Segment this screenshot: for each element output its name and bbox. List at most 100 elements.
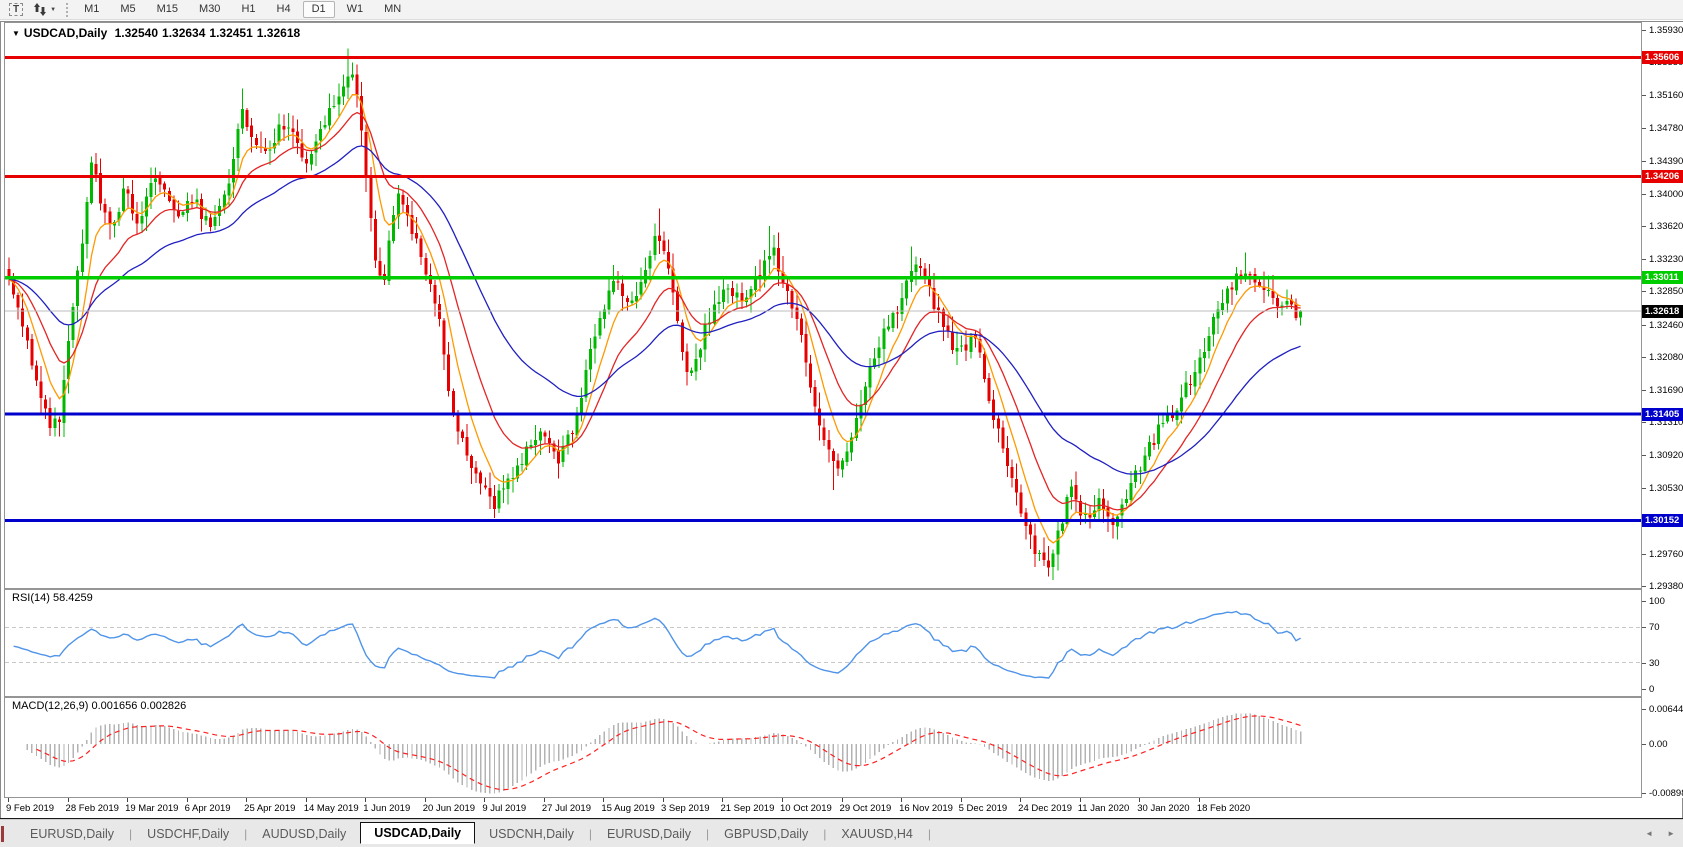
tab-usdcad-daily[interactable]: USDCAD,Daily (360, 822, 475, 844)
price-tick-label-tick (1642, 161, 1646, 162)
date-tick (1199, 798, 1200, 802)
indicators-button[interactable]: ▼ (29, 1, 60, 18)
timeframe-h4[interactable]: H4 (268, 1, 300, 18)
price-tick-label: 1.29380 (1649, 581, 1683, 592)
price-tick-label-tick (1642, 30, 1646, 31)
tab-separator: | (244, 827, 247, 841)
price-tick-label-tick (1642, 455, 1646, 456)
timeframe-w1[interactable]: W1 (338, 1, 373, 18)
tab-gbpusd-daily[interactable]: GBPUSD,Daily (710, 823, 822, 845)
price-chart-panel[interactable]: ▼USDCAD,Daily 1.325401.326341.324511.326… (4, 22, 1642, 589)
macd-tick-label: 0.00 (1649, 739, 1668, 750)
chart-title: ▼USDCAD,Daily 1.325401.326341.324511.326… (12, 26, 304, 40)
level-badge-1.35606: 1.35606 (1642, 51, 1683, 64)
price-tick-label: 1.34000 (1649, 189, 1683, 200)
bar-open: 1.32540 (115, 26, 158, 40)
date-tick (782, 798, 783, 802)
date-label: 21 Sep 2019 (720, 803, 774, 814)
tab-separator: | (129, 827, 132, 841)
macd-tick-label-tick (1642, 744, 1646, 745)
scroll-left-icon[interactable]: ◄ (1645, 829, 1653, 838)
scroll-right-icon[interactable]: ► (1667, 829, 1675, 838)
date-axis[interactable]: 9 Feb 201928 Feb 201919 Mar 20196 Apr 20… (4, 798, 1642, 818)
tab-separator: | (589, 827, 592, 841)
price-tick-label-tick (1642, 194, 1646, 195)
date-label: 3 Sep 2019 (661, 803, 710, 814)
rsi-tick-label: 100 (1649, 596, 1665, 607)
date-label: 30 Jan 2020 (1137, 803, 1189, 814)
macd-panel[interactable]: MACD(12,26,9) 0.001656 0.002826 (4, 697, 1642, 798)
price-tick-label-tick (1642, 325, 1646, 326)
date-label: 24 Dec 2019 (1018, 803, 1072, 814)
tab-eurusd-daily[interactable]: EURUSD,Daily (16, 823, 128, 845)
date-label: 18 Feb 2020 (1197, 803, 1250, 814)
price-axis[interactable]: 1.359301.355501.351601.347801.343901.340… (1642, 22, 1683, 798)
date-tick (544, 798, 545, 802)
tab-usdcnh-daily[interactable]: USDCNH,Daily (475, 823, 588, 845)
text-tool-button[interactable]: T (5, 1, 27, 18)
rsi-tick-label-tick (1642, 601, 1646, 602)
date-tick (187, 798, 188, 802)
rsi-tick-label-tick (1642, 627, 1646, 628)
price-tick-label: 1.32460 (1649, 320, 1683, 331)
price-tick-label-tick (1642, 226, 1646, 227)
tab-bar-grip (1, 826, 4, 842)
tab-xauusd-h4[interactable]: XAUUSD,H4 (827, 823, 927, 845)
current-price-badge: 1.32618 (1642, 305, 1683, 318)
price-tick-label-tick (1642, 357, 1646, 358)
date-tick (365, 798, 366, 802)
date-label: 20 Jun 2019 (423, 803, 475, 814)
rsi-tick-label: 30 (1649, 658, 1660, 669)
price-tick-label-tick (1642, 128, 1646, 129)
date-tick (246, 798, 247, 802)
date-label: 16 Nov 2019 (899, 803, 953, 814)
rsi-tick-label: 0 (1649, 684, 1654, 695)
date-label: 11 Jan 2020 (1078, 803, 1130, 814)
level-badge-1.31405: 1.31405 (1642, 408, 1683, 421)
price-tick-label-tick (1642, 95, 1646, 96)
price-tick-label: 1.35930 (1649, 25, 1683, 36)
macd-tick-label-tick (1642, 709, 1646, 710)
date-label: 9 Jul 2019 (482, 803, 526, 814)
price-tick-label-tick (1642, 488, 1646, 489)
date-tick (8, 798, 9, 802)
date-label: 15 Aug 2019 (601, 803, 654, 814)
level-badge-1.34206: 1.34206 (1642, 170, 1683, 183)
timeframe-mn[interactable]: MN (375, 1, 410, 18)
mt4-window: T ▼ M1M5M15M30H1H4D1W1MN ▼USDCAD,Daily 1… (0, 0, 1683, 847)
price-tick-label: 1.30920 (1649, 450, 1683, 461)
window-left-border (0, 21, 1, 818)
tab-eurusd-daily[interactable]: EURUSD,Daily (593, 823, 705, 845)
date-label: 14 May 2019 (304, 803, 359, 814)
timeframe-m5[interactable]: M5 (111, 1, 144, 18)
date-label: 25 Apr 2019 (244, 803, 295, 814)
tab-usdchf-daily[interactable]: USDCHF,Daily (133, 823, 243, 845)
date-tick (603, 798, 604, 802)
date-label: 10 Oct 2019 (780, 803, 832, 814)
macd-tick-label-tick (1642, 793, 1646, 794)
date-label: 1 Jun 2019 (363, 803, 410, 814)
date-tick (68, 798, 69, 802)
price-tick-label: 1.34390 (1649, 156, 1683, 167)
date-label: 6 Apr 2019 (185, 803, 231, 814)
timeframe-d1[interactable]: D1 (303, 1, 335, 18)
tab-audusd-daily[interactable]: AUDUSD,Daily (248, 823, 360, 845)
text-tool-icon: T (9, 3, 23, 16)
price-tick-label: 1.33230 (1649, 254, 1683, 265)
timeframe-m15[interactable]: M15 (148, 1, 187, 18)
price-tick-label: 1.29760 (1649, 549, 1683, 560)
rsi-tick-label-tick (1642, 663, 1646, 664)
rsi-tick-label-tick (1642, 689, 1646, 690)
date-tick (961, 798, 962, 802)
collapse-icon[interactable]: ▼ (12, 29, 20, 38)
timeframe-h1[interactable]: H1 (232, 1, 264, 18)
cycle-arrows-icon (33, 3, 47, 16)
timeframe-m30[interactable]: M30 (190, 1, 229, 18)
date-tick (484, 798, 485, 802)
timeframe-m1[interactable]: M1 (75, 1, 108, 18)
price-tick-label: 1.33620 (1649, 221, 1683, 232)
date-tick (663, 798, 664, 802)
toolbar-separator (66, 3, 69, 17)
rsi-panel[interactable]: RSI(14) 58.4259 (4, 589, 1642, 697)
date-label: 29 Oct 2019 (840, 803, 892, 814)
